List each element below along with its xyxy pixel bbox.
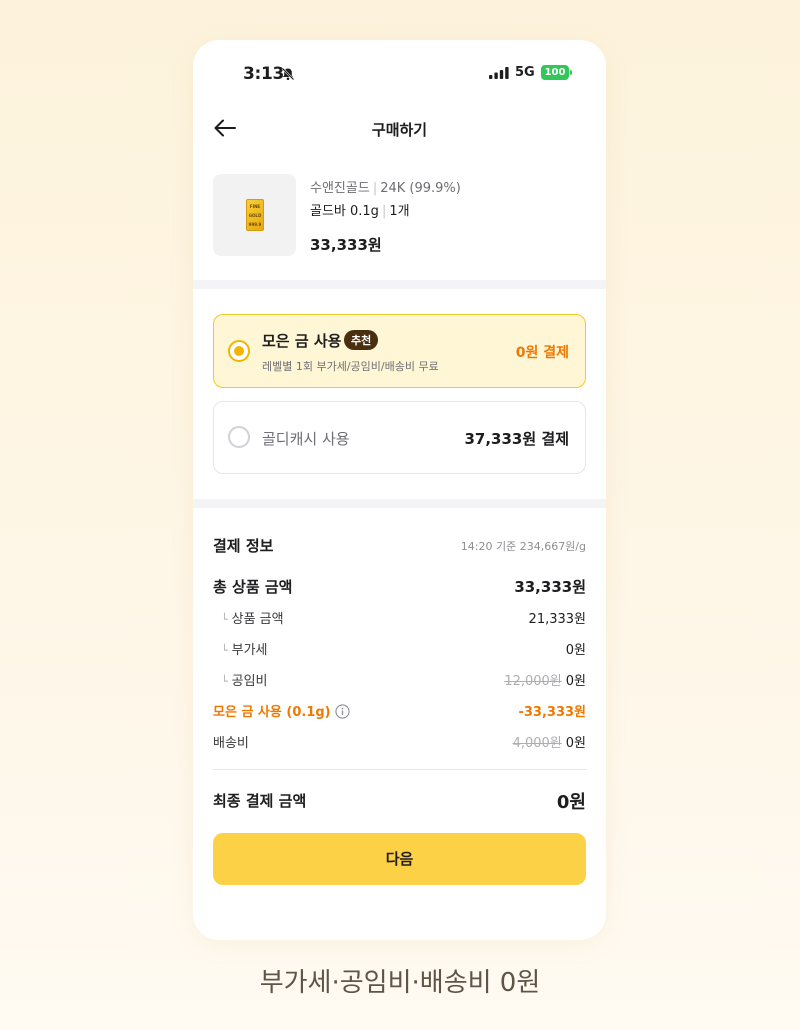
radio-selected[interactable] [228,340,250,362]
shipping-value: 0원 [565,736,586,751]
total-label: 총 상품 금액 [213,578,293,596]
product-brand-line: 수앤진골드 | 24K (99.9%) [310,181,461,196]
item-value: 0원 [565,674,586,689]
final-label: 최종 결제 금액 [213,792,307,810]
battery-icon: 100 [541,65,569,80]
item-label: 상품 금액 [231,612,284,627]
option-gold-label: 모은 금 사용 [262,332,342,350]
gold-use-value: -33,333원 [518,705,586,720]
page-title: 구매하기 [371,121,428,139]
corner-icon: └ [221,675,228,688]
option-cash-amount: 37,333원 결제 [464,430,569,448]
breakdown-row: └ 공임비 12,000원 0원 [213,670,586,690]
breakdown-row: └ 상품 금액 21,333원 [213,608,586,628]
bell-slash-icon [281,67,295,81]
option-gold-amount: 0원 결제 [515,345,569,361]
total-value: 33,333원 [514,578,586,596]
shipping-label: 배송비 [213,736,249,751]
info-icon[interactable] [334,704,350,719]
network-label: 5G [515,65,535,80]
payment-info-title: 결제 정보 [213,537,274,555]
signal-icon [489,67,509,79]
breakdown-row: └ 부가세 0원 [213,639,586,659]
original-price: 12,000원 [504,674,562,689]
promo-caption: 부가세·공임비·배송비 0원 [259,968,541,998]
item-label: 부가세 [231,643,268,658]
gold-bar-icon: FINE GOLD 999.9 [246,199,264,231]
battery-tip [570,70,572,75]
option-cash-use[interactable]: 골디캐시 사용 37,333원 결제 [213,401,586,474]
gold-use-row: 모은 금 사용 (0.1g) -33,333원 [213,701,586,721]
status-bar: 3:13 5G 100 [193,40,606,106]
corner-icon: └ [221,613,228,626]
total-row: 총 상품 금액 33,333원 [213,576,586,596]
product-purity: 24K (99.9%) [380,181,461,196]
product-thumbnail: FINE GOLD 999.9 [213,174,296,256]
item-value: 0원 [565,643,586,658]
product-price: 33,333원 [310,236,382,254]
item-label: 공임비 [231,674,268,689]
corner-icon: └ [221,644,228,657]
product-brand: 수앤진골드 [310,181,370,196]
shipping-original: 4,000원 [512,736,562,751]
final-value: 0원 [556,792,586,813]
option-cash-label: 골디캐시 사용 [262,430,350,448]
shipping-row: 배송비 4,000원 0원 [213,732,586,752]
gold-rate: 14:20 기준 234,667원/g [460,540,586,553]
gold-use-label: 모은 금 사용 (0.1g) [213,705,331,720]
status-time: 3:13 [243,64,285,84]
item-value: 21,333원 [528,612,586,627]
radio-unselected[interactable] [228,426,250,448]
section-divider [193,280,606,289]
divider-line [213,769,586,770]
product-name: 골드바 0.1g [310,204,379,219]
product-name-line: 골드바 0.1g | 1개 [310,204,410,219]
recommend-badge: 추천 [344,330,379,350]
phone-screen: 3:13 5G 100 구매하기 FINE GOLD 999.9 수앤진골드 | 2… [193,40,606,940]
option-gold-description: 레벨별 1회 부가세/공임비/배송비 무료 [262,360,439,373]
option-gold-use[interactable]: 모은 금 사용 추천 레벨별 1회 부가세/공임비/배송비 무료 0원 결제 [213,314,586,388]
section-divider [193,499,606,508]
product-quantity: 1개 [389,204,410,219]
next-button[interactable]: 다음 [213,833,586,885]
